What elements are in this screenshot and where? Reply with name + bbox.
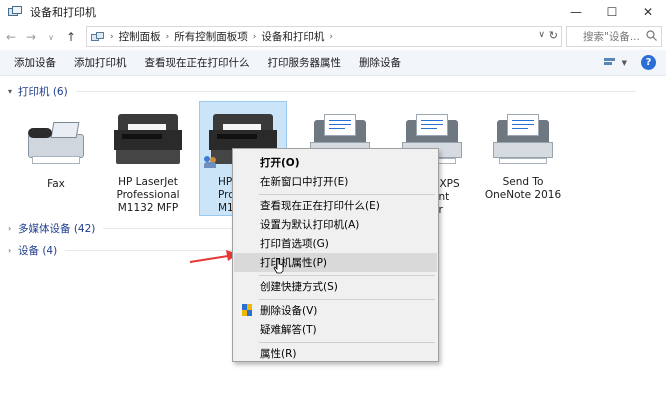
menu-item-see-printing[interactable]: 查看现在正在打印什么(E) [234,196,437,215]
breadcrumb-control-panel[interactable]: 控制面板 [119,29,161,44]
chevron-right-icon[interactable]: › [8,224,18,233]
hand-cursor-icon [273,258,284,274]
device-label: HP LaserJet Professional M1132 MFP [116,176,180,214]
menu-separator [259,342,435,343]
menu-separator [259,299,435,300]
group-divider [75,91,636,92]
window-title: 设备和打印机 [30,6,96,19]
devices-printers-icon [8,6,22,18]
breadcrumb-separator[interactable]: › [329,32,333,42]
multimedia-group-label: 多媒体设备 (42) [18,223,96,235]
search-placeholder: 搜索"设备... [583,31,640,43]
breadcrumb-separator[interactable]: › [253,32,257,42]
see-printing-button[interactable]: 查看现在正在打印什么 [136,50,259,76]
printer-icon [489,112,557,170]
change-view-icon[interactable] [603,57,618,68]
printers-group-header[interactable]: ▾ 打印机 (6) [8,84,636,99]
device-hp-laserjet[interactable]: HP LaserJet Professional M1132 MFP [108,102,188,217]
fax-icon [22,112,90,170]
chevron-down-icon[interactable]: ∨ [538,30,545,40]
breadcrumb-separator[interactable]: › [166,32,170,42]
add-printer-button[interactable]: 添加打印机 [65,50,136,76]
chevron-down-icon[interactable]: ▾ [8,87,18,96]
printers-group-label: 打印机 (6) [18,86,68,98]
shared-users-icon [204,156,218,168]
breadcrumb-all-items[interactable]: 所有控制面板项 [174,29,248,44]
menu-item-open[interactable]: 打开(O) [234,153,437,172]
title-bar: 设备和打印机 — ☐ ✕ [0,0,666,24]
menu-item-properties[interactable]: 属性(R) [234,344,437,363]
menu-item-print-preferences[interactable]: 打印首选项(G) [234,234,437,253]
control-panel-icon [91,31,105,42]
menu-item-open-new-window[interactable]: 在新窗口中打开(E) [234,172,437,191]
menu-item-remove-device[interactable]: 删除设备(V) [234,301,437,320]
forward-button[interactable]: → [22,27,40,47]
menu-item-label: 删除设备(V) [260,305,318,317]
help-icon[interactable]: ? [641,55,656,70]
uac-shield-icon [242,304,253,317]
context-menu: 打开(O) 在新窗口中打开(E) 查看现在正在打印什么(E) 设置为默认打印机(… [232,148,439,362]
close-button[interactable]: ✕ [630,0,666,24]
device-fax[interactable]: Fax [16,102,96,202]
chevron-right-icon[interactable]: › [8,246,18,255]
address-row: ← → ∨ ↑ › 控制面板 › 所有控制面板项 › 设备和打印机 › ∨ ↻ … [0,25,666,49]
multimedia-group-header[interactable]: › 多媒体设备 (42) [8,221,242,236]
device-label: Fax [47,178,65,190]
maximize-button[interactable]: ☐ [594,0,630,24]
menu-item-troubleshoot[interactable]: 疑难解答(T) [234,320,437,339]
devices-group-label: 设备 (4) [18,245,58,257]
print-server-properties-button[interactable]: 打印服务器属性 [259,50,351,76]
device-label: Send To OneNote 2016 [484,176,562,201]
menu-item-create-shortcut[interactable]: 创建快捷方式(S) [234,277,437,296]
refresh-icon[interactable]: ↻ [549,29,558,42]
add-device-button[interactable]: 添加设备 [0,50,65,76]
device-onenote[interactable]: Send To OneNote 2016 [480,102,566,202]
command-bar: 添加设备 添加打印机 查看现在正在打印什么 打印服务器属性 删除设备 ▼ ? [0,50,666,76]
laser-printer-icon [114,110,182,168]
menu-separator [259,275,435,276]
up-button[interactable]: ↑ [62,27,80,47]
search-input[interactable]: 搜索"设备... [566,26,662,47]
remove-device-button[interactable]: 删除设备 [350,50,410,76]
address-bar[interactable]: › 控制面板 › 所有控制面板项 › 设备和打印机 › ∨ ↻ [86,26,562,47]
breadcrumb-separator: › [110,31,114,42]
menu-item-printer-properties[interactable]: 打印机属性(P) [234,253,437,272]
menu-separator [259,194,435,195]
menu-item-set-default[interactable]: 设置为默认打印机(A) [234,215,437,234]
back-button[interactable]: ← [2,27,20,47]
minimize-button[interactable]: — [558,0,594,24]
group-divider [103,228,242,229]
breadcrumb-devices-printers[interactable]: 设备和打印机 [261,29,324,44]
search-icon [646,30,657,44]
view-dropdown-icon[interactable]: ▼ [622,59,627,67]
recent-locations-button[interactable]: ∨ [42,27,60,47]
